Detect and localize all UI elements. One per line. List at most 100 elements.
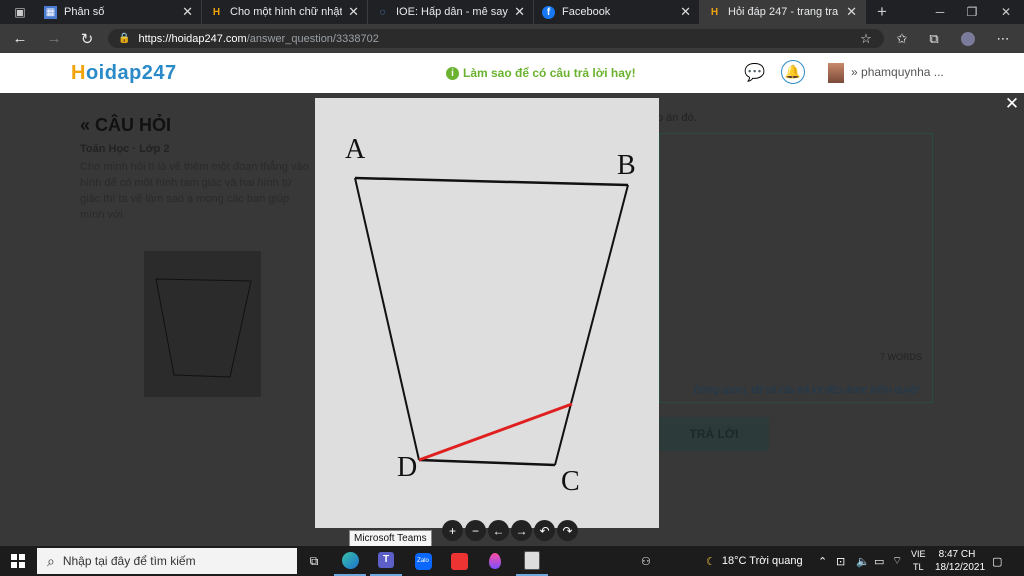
tab-facebook[interactable]: f Facebook ✕ — [534, 0, 700, 24]
rotate-right-icon[interactable]: ↷ — [557, 520, 578, 541]
taskbar-tooltip: Microsoft Teams — [349, 530, 432, 547]
people-icon[interactable]: ⚇ — [641, 546, 651, 576]
label-a: A — [345, 134, 366, 165]
submit-answer-button[interactable]: TRẢ LỜI — [659, 417, 769, 451]
tab-ioe[interactable]: ◌ IOE: Hấp dẫn - mê say - thấy ✕ — [368, 0, 534, 24]
minimize-icon[interactable]: ─ — [924, 0, 956, 24]
tab-label: Hỏi đáp 247 - trang tra loi — [728, 6, 841, 18]
close-icon[interactable]: ✕ — [846, 4, 857, 20]
viewer-toolbar: + − ← → ↶ ↷ — [442, 520, 578, 542]
volume-icon[interactable]: 🔈 — [856, 546, 870, 576]
tray-chevron-icon[interactable]: ⌃ — [818, 546, 827, 576]
teams-icon[interactable]: T — [370, 546, 402, 576]
tab-phan-so[interactable]: ▦ Phân số ✕ — [36, 0, 202, 24]
bell-icon[interactable]: 🔔 — [781, 60, 805, 84]
network-icon[interactable]: ⌔ — [892, 546, 902, 576]
next-arrow-icon[interactable]: → — [511, 520, 532, 541]
paint-drop-icon[interactable] — [479, 546, 511, 576]
avatar[interactable] — [828, 63, 844, 83]
tab-label: Cho một hình chữ nhật, biết c — [230, 6, 342, 18]
tip-label: Làm sao để có câu trả lời hay! — [463, 66, 636, 80]
taskbar-search[interactable]: ⌕ Nhập tại đây để tìm kiếm — [37, 548, 297, 574]
page-title: « CÂU HỎI — [80, 115, 172, 135]
profile-avatar-icon[interactable] — [958, 29, 978, 49]
window-close-icon[interactable]: ✕ — [990, 0, 1022, 24]
close-viewer-icon[interactable]: ✕ — [1000, 93, 1024, 115]
edge-icon[interactable] — [334, 546, 366, 576]
collections-icon[interactable]: ⧉ — [924, 29, 944, 49]
new-tab-plus-icon[interactable]: + — [866, 0, 898, 24]
language-indicator[interactable]: VIE TL — [911, 548, 926, 574]
url-host: https://hoidap247.com — [138, 32, 247, 45]
address-bar: ← → ↻ 🔒 https://hoidap247.com/answer_que… — [0, 24, 1024, 53]
answer-editor[interactable] — [659, 133, 933, 403]
search-icon: ⌕ — [47, 552, 55, 569]
zoom-in-icon[interactable]: + — [442, 520, 463, 541]
label-c: C — [561, 466, 580, 497]
notification-icon[interactable]: ▢ — [992, 546, 1002, 576]
answer-tip-link[interactable]: i Làm sao để có câu trả lời hay! — [446, 66, 636, 80]
chat-icon[interactable]: 💬 — [744, 63, 765, 83]
windows-start-icon[interactable] — [0, 546, 36, 576]
zalo-icon[interactable]: Zalo — [407, 546, 439, 576]
battery-icon[interactable]: ▭ — [874, 546, 884, 576]
close-icon[interactable]: ✕ — [680, 4, 691, 20]
lang-bottom: TL — [913, 562, 924, 572]
answer-hint-text: p án đó. — [657, 112, 697, 124]
clock-time: 8:47 CH — [938, 549, 976, 560]
calculator-icon[interactable] — [516, 546, 548, 576]
favorites-icon[interactable]: ✩ — [892, 29, 912, 49]
tab-hoidap-active[interactable]: H Hỏi đáp 247 - trang tra loi ✕ — [700, 0, 866, 24]
tab-hinh-chu-nhat[interactable]: H Cho một hình chữ nhật, biết c ✕ — [202, 0, 368, 24]
coccoc-icon[interactable] — [443, 546, 475, 576]
back-arrow-icon[interactable]: ← — [9, 28, 31, 49]
more-menu-icon[interactable]: ⋯ — [993, 29, 1013, 49]
previous-arrow-icon[interactable]: ← — [488, 520, 509, 541]
taskbar: ⌕ Nhập tại đây để tìm kiếm ⧉ T Zalo ⚇ ☾ 1… — [0, 546, 1024, 576]
rotate-left-icon[interactable]: ↶ — [534, 520, 555, 541]
close-icon[interactable]: ✕ — [182, 4, 193, 20]
question-meta: Toán Học · Lớp 2 — [80, 143, 170, 155]
clock[interactable]: 8:47 CH 18/12/2021 — [935, 548, 986, 574]
chevron-down-icon: » — [851, 65, 858, 79]
logo-text: oidap247 — [85, 62, 177, 84]
label-b: B — [617, 150, 636, 181]
url-field[interactable]: 🔒 https://hoidap247.com/answer_question/… — [108, 29, 884, 48]
tab-label: Facebook — [562, 6, 611, 18]
weather-widget[interactable]: ☾ 18°C Trời quang — [706, 546, 803, 576]
tab-label: IOE: Hấp dẫn - mê say - thấy — [396, 6, 508, 18]
moon-icon: ☾ — [706, 555, 716, 568]
hoidap-h-icon: H — [212, 6, 221, 18]
word-count: 7 WORDS — [880, 352, 923, 362]
calendar-icon: ▦ — [44, 5, 57, 19]
lang-top: VIE — [911, 549, 926, 559]
favorite-star-icon[interactable]: ☆ — [856, 29, 876, 49]
username: phamquynha ... — [861, 65, 944, 79]
label-d: D — [397, 452, 417, 483]
tab-actions-icon[interactable]: ▣ — [4, 0, 36, 24]
task-view-icon[interactable]: ⧉ — [298, 546, 330, 576]
forward-arrow-icon[interactable]: → — [43, 28, 65, 49]
close-icon[interactable]: ✕ — [514, 4, 525, 20]
url-path: /answer_question/3338702 — [246, 32, 379, 45]
clock-date: 18/12/2021 — [935, 562, 986, 573]
ioe-icon: ◌ — [379, 6, 386, 18]
close-icon[interactable]: ✕ — [348, 4, 359, 20]
site-logo[interactable]: Hoidap247 — [71, 62, 177, 85]
refresh-icon[interactable]: ↻ — [76, 28, 98, 49]
question-image-thumbnail[interactable] — [144, 251, 261, 397]
tab-bar: ▣ ▦ Phân số ✕ H Cho một hình chữ nhật, b… — [0, 0, 1024, 24]
zoom-out-icon[interactable]: − — [465, 520, 486, 541]
lock-icon: 🔒 — [118, 33, 131, 44]
image-viewer: A B C D — [315, 98, 659, 528]
hoidap-h-icon: H — [710, 6, 719, 18]
tray-app-icon[interactable]: ⊡ — [836, 546, 845, 576]
trapezoid-figure: A B C D — [315, 98, 659, 528]
restore-icon[interactable]: ❐ — [956, 0, 988, 24]
search-placeholder: Nhập tại đây để tìm kiếm — [62, 554, 196, 568]
tab-label: Phân số — [64, 6, 105, 18]
info-icon: i — [446, 66, 459, 80]
user-menu[interactable]: » phamquynha ... — [851, 65, 944, 79]
facebook-icon: f — [542, 5, 555, 19]
site-header: Hoidap247 i Làm sao để có câu trả lời hay… — [0, 53, 1024, 93]
